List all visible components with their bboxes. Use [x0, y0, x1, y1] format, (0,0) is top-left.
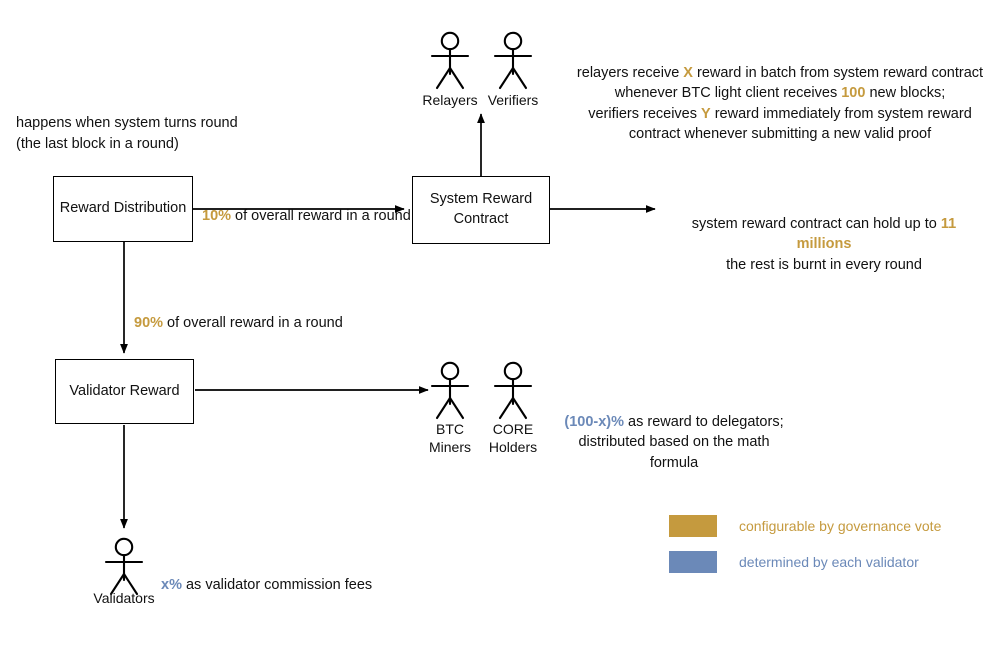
verifiers-figure-icon — [493, 31, 533, 90]
node-reward-distribution[interactable]: Reward Distribution — [53, 176, 193, 242]
note-relayer-line4: contract whenever submitting a new valid… — [628, 126, 932, 143]
note-relayer-line1-b: X — [683, 64, 693, 81]
note-delegator-formula: (100-x)% — [564, 413, 625, 430]
relayers-figure-icon — [430, 31, 470, 90]
note-relayer-line3-b: Y — [701, 105, 711, 122]
note-validator-commission: x% as validator commission fees — [161, 554, 461, 595]
legend-item-governance: configurable by governance vote — [669, 515, 941, 537]
note-cap-line1-a: system reward contract can hold up to — [691, 215, 941, 232]
note-relayer-line3-c: reward immediately from system reward — [710, 105, 972, 122]
edge-label-ninety-percent-value: 90% — [134, 314, 164, 331]
actor-label-validators: Validators — [93, 590, 155, 606]
edge-label-ninety-percent: 90% of overall reward in a round — [134, 292, 364, 333]
node-system-reward-contract-label: System Reward Contract — [429, 191, 533, 227]
note-system-reward-cap: system reward contract can hold up to 11… — [663, 193, 985, 275]
edge-label-ninety-percent-rest: of overall reward in a round — [163, 314, 343, 331]
node-reward-distribution-label: Reward Distribution — [59, 200, 187, 217]
note-commission-rest: as validator commission fees — [181, 576, 373, 593]
note-delegator-line1-b: as reward to delegators; — [624, 413, 784, 430]
edge-label-ten-percent-value: 10% — [202, 207, 232, 224]
note-delegator-reward: (100-x)% as reward to delegators; distri… — [558, 391, 790, 473]
note-relayer-line3-a: verifiers receives — [588, 105, 702, 122]
edge-label-ten-percent-rest: of overall reward in a round — [231, 207, 411, 224]
note-relayer-line1-a: relayers receive — [576, 64, 684, 81]
actor-label-core-holders: CORE Holders — [488, 421, 538, 455]
edge-label-ten-percent: 10% of overall reward in a round — [202, 185, 412, 226]
legend-item-validator: determined by each validator — [669, 551, 919, 573]
btc-miners-figure-icon — [430, 361, 470, 420]
gold-swatch-icon — [669, 515, 717, 537]
actor-label-verifiers: Verifiers — [487, 92, 539, 108]
note-relayer-verifier: relayers receive X reward in batch from … — [575, 42, 985, 145]
core-holders-figure-icon — [493, 361, 533, 420]
note-relayer-line2-b: 100 — [841, 85, 866, 102]
blue-swatch-icon — [669, 551, 717, 573]
diagram-canvas: Reward Distribution System Reward Contra… — [0, 0, 1000, 645]
note-relayer-line1-c: reward in batch from system reward contr… — [692, 64, 984, 81]
note-relayer-line2-a: whenever BTC light client receives — [614, 85, 842, 102]
node-validator-reward-label: Validator Reward — [69, 382, 180, 399]
note-cap-line2: the rest is burnt in every round — [726, 256, 922, 273]
validators-figure-icon — [104, 537, 144, 596]
note-delegator-line2: distributed based on the math formula — [578, 434, 770, 471]
legend-label-validator: determined by each validator — [739, 554, 919, 570]
node-validator-reward[interactable]: Validator Reward — [55, 359, 194, 424]
legend-label-governance: configurable by governance vote — [739, 518, 942, 534]
note-round-trigger: happens when system turns round (the las… — [16, 115, 238, 152]
note-relayer-line2-c: new blocks; — [865, 85, 946, 102]
node-system-reward-contract[interactable]: System Reward Contract — [412, 176, 550, 244]
